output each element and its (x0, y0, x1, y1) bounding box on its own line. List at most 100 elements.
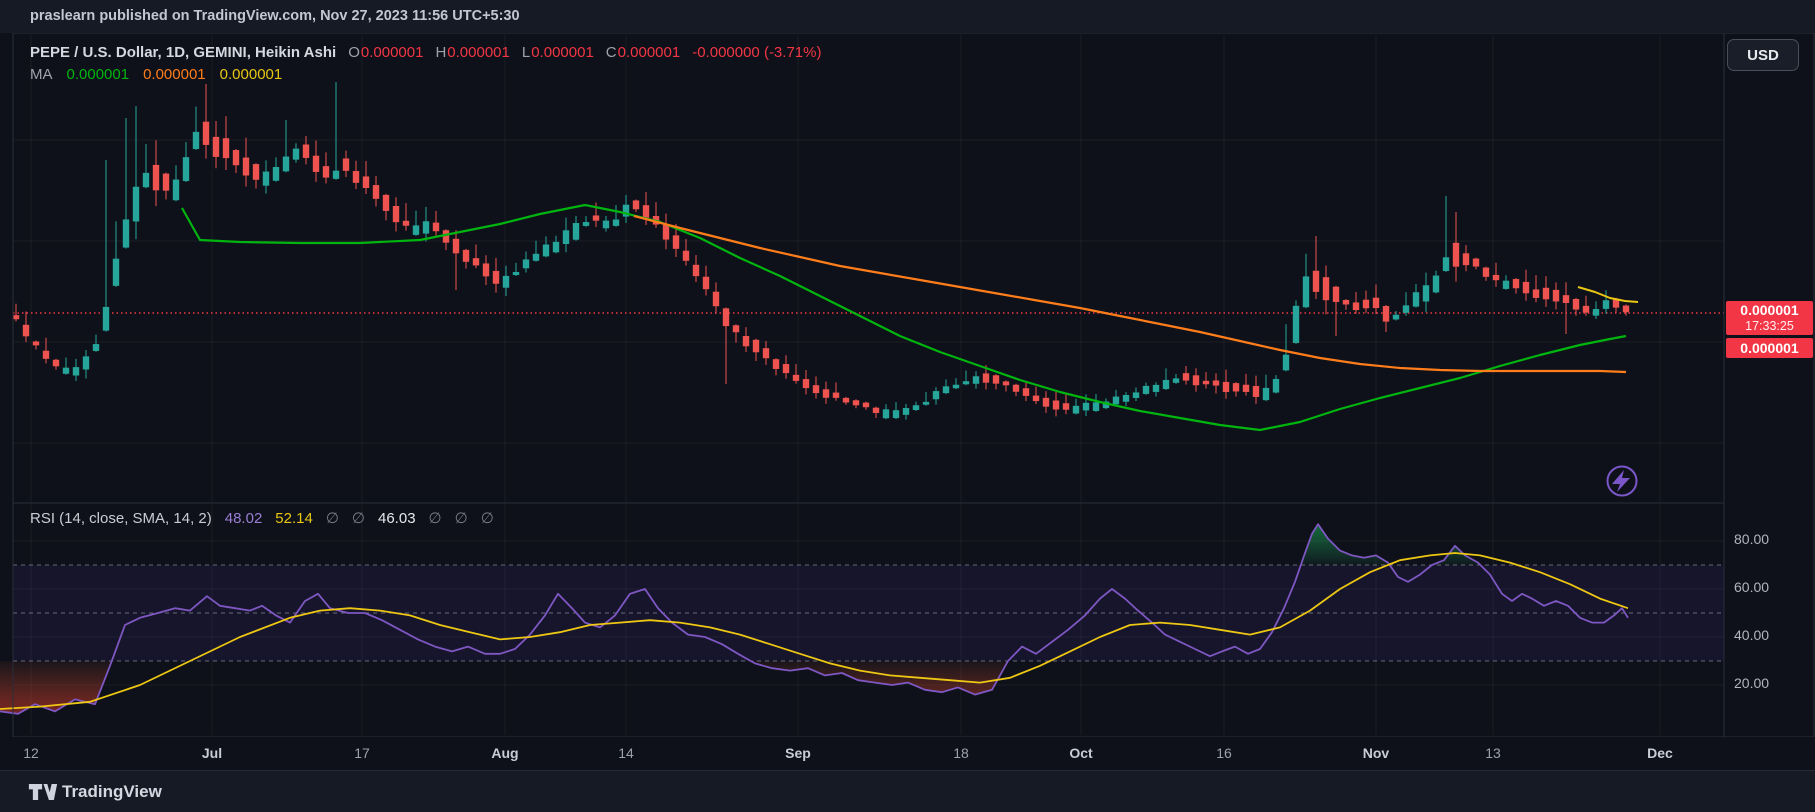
candle-body (1183, 373, 1189, 380)
secondary-price-label: 0.000001 (1726, 338, 1813, 358)
chart-canvas[interactable] (0, 33, 1815, 737)
ohlc-item: C0.000001 (606, 44, 680, 61)
candle-body (1263, 388, 1269, 400)
footer-brand[interactable]: TradingView (62, 771, 162, 812)
rsi-value: ∅ (481, 509, 494, 527)
candle-body (433, 223, 439, 232)
rsi-value: 48.02 (225, 510, 263, 527)
candle-body (1253, 386, 1259, 397)
candle-body (1523, 282, 1529, 293)
candle-body (1503, 281, 1509, 289)
candle-body (1283, 355, 1289, 371)
candle-body (1113, 397, 1119, 405)
candle-body (483, 263, 489, 276)
candle-body (813, 385, 819, 393)
candle-body (293, 149, 299, 160)
candle-body (153, 165, 159, 190)
candle-body (1443, 257, 1449, 271)
ohlc-value: 0.000001 (618, 44, 681, 61)
candle-body (843, 398, 849, 403)
candle-body (753, 340, 759, 352)
candle-body (453, 239, 459, 254)
candle-body (313, 156, 319, 172)
candle-body (543, 245, 549, 257)
candle-body (163, 174, 169, 191)
candle-body (1053, 400, 1059, 409)
currency-toggle-button[interactable]: USD (1727, 39, 1799, 71)
candle-body (773, 359, 779, 369)
rsi-value: 46.03 (378, 510, 416, 527)
time-axis-label: 13 (1485, 737, 1501, 769)
rsi-value: ∅ (455, 509, 468, 527)
candle-body (1333, 287, 1339, 302)
candle-body (993, 375, 999, 383)
candle-body (833, 393, 839, 398)
ma-line-orange (634, 216, 1626, 372)
candle-body (1223, 382, 1229, 392)
candle-body (23, 325, 29, 337)
candle-body (1213, 380, 1219, 385)
candle-body (373, 185, 379, 199)
candle-body (263, 172, 269, 186)
candle-body (1483, 268, 1489, 277)
candle-body (983, 373, 989, 382)
rsi-legend: RSI (14, close, SMA, 14, 2) 48.02 52.14 ∅ ∅ 4… (30, 509, 494, 527)
flash-snapshot-button[interactable] (1608, 467, 1637, 496)
candle-body (1303, 276, 1309, 307)
tradingview-logo-icon[interactable] (28, 782, 58, 802)
candle-body (803, 379, 809, 388)
rsi-title: RSI (14, close, SMA, 14, 2) (30, 510, 212, 527)
candle-body (143, 173, 149, 187)
candle-body (763, 348, 769, 358)
candle-body (733, 325, 739, 332)
ohlc-key: O (348, 44, 360, 61)
candle-body (183, 157, 189, 181)
candle-body (1563, 295, 1569, 303)
candle-body (1083, 403, 1089, 411)
candle-body (573, 223, 579, 240)
price-axis[interactable]: USD 0.000001 17:33:25 0.000001 80.0060.0… (1725, 33, 1815, 737)
candle-body (1063, 403, 1069, 410)
candle-body (893, 410, 899, 418)
time-axis[interactable]: 12Jul17Aug14Sep18Oct16Nov13Dec (0, 737, 1724, 769)
candle-body (43, 351, 49, 359)
candle-body (1193, 375, 1199, 385)
candle-body (1603, 300, 1609, 309)
ohlc-value: 0.000001 (447, 44, 510, 61)
candle-body (603, 221, 609, 229)
last-price-label: 0.000001 17:33:25 (1726, 301, 1813, 335)
candle-body (1323, 277, 1329, 300)
rsi-value: 52.14 (275, 510, 313, 527)
candle-body (463, 250, 469, 262)
candle-body (53, 360, 59, 367)
candle-body (1433, 276, 1439, 293)
candle-body (1293, 306, 1299, 343)
time-axis-label: Aug (491, 737, 518, 769)
candle-body (1163, 380, 1169, 389)
candle-body (303, 144, 309, 157)
candle-body (203, 122, 209, 145)
ma-value: 0.000001 (143, 66, 206, 83)
candle-body (923, 402, 929, 405)
candle-body (783, 364, 789, 373)
rsi-axis-label: 20.00 (1734, 675, 1769, 691)
time-axis-label: 14 (618, 737, 634, 769)
candle-body (393, 206, 399, 222)
time-axis-label: 16 (1216, 737, 1232, 769)
candle-body (633, 200, 639, 209)
candle-body (383, 195, 389, 211)
candle-body (233, 150, 239, 165)
ohlc-item: H0.000001 (435, 44, 509, 61)
candle-body (403, 221, 409, 226)
candle-body (973, 376, 979, 383)
candle-body (533, 254, 539, 261)
candle-body (283, 157, 289, 172)
candle-body (703, 277, 709, 289)
candle-body (563, 230, 569, 244)
publish-attribution: praslearn published on TradingView.com, … (30, 0, 520, 33)
candle-body (903, 408, 909, 415)
candle-body (173, 180, 179, 201)
candle-body (1133, 392, 1139, 398)
candle-body (1023, 388, 1029, 396)
candle-body (643, 205, 649, 218)
